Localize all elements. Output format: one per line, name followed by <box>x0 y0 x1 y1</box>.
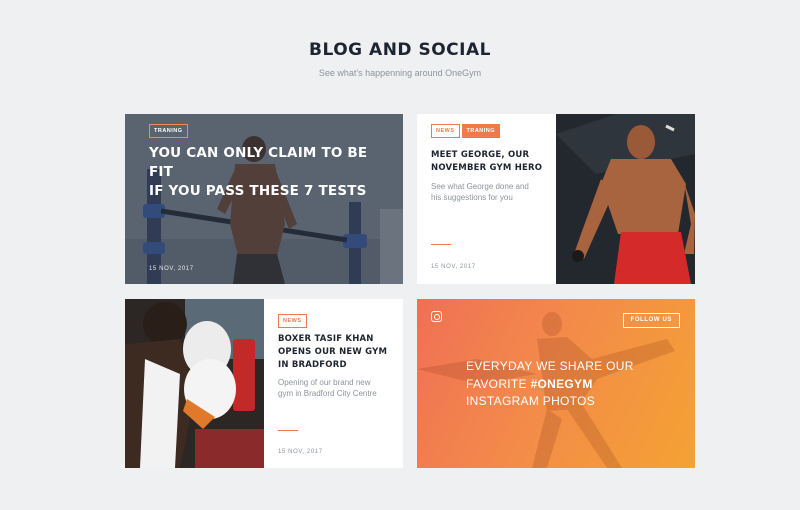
post-title-line: OPENS OUR NEW GYM <box>278 347 388 357</box>
section-title: BLOG AND SOCIAL <box>309 40 491 60</box>
post-excerpt: See what George done and his suggestions… <box>431 181 529 203</box>
promo-line: EVERYDAY WE SHARE OUR <box>466 359 634 373</box>
excerpt-line: his suggestions for you <box>431 193 513 202</box>
post-title-line: IN BRADFORD <box>278 360 347 370</box>
post-excerpt: Opening of our brand new gym in Bradford… <box>278 377 377 399</box>
post-title[interactable]: MEET GEORGE, OUR NOVEMBER GYM HERO <box>431 149 542 175</box>
post-title[interactable]: YOU CAN ONLY CLAIM TO BE FIT IF YOU PASS… <box>149 144 389 201</box>
section-subtitle: See what's happenning around OneGym <box>318 68 482 78</box>
post-title-line: BOXER TASIF KHAN <box>278 334 374 344</box>
instagram-promo-card[interactable]: FOLLOW US EVERYDAY WE SHARE OUR FAVORITE… <box>417 299 695 468</box>
section-header: BLOG AND SOCIAL See what's happenning ar… <box>0 40 800 78</box>
post-date: 15 NOV, 2017 <box>149 266 194 272</box>
post-title-line: NOVEMBER GYM HERO <box>431 163 543 173</box>
category-tag[interactable]: NEWS <box>431 124 460 138</box>
instagram-promo-text: EVERYDAY WE SHARE OUR FAVORITE #ONEGYM I… <box>466 358 666 411</box>
blog-card-fitness-tests[interactable]: TRANING YOU CAN ONLY CLAIM TO BE FIT IF … <box>125 114 403 284</box>
accent-divider <box>278 430 298 431</box>
promo-line: INSTAGRAM PHOTOS <box>466 394 596 408</box>
accent-divider <box>431 244 451 245</box>
blog-card-boxer[interactable]: NEWS BOXER TASIF KHAN OPENS OUR NEW GYM … <box>125 299 403 468</box>
follow-us-button[interactable]: FOLLOW US <box>622 313 680 328</box>
post-date: 15 NOV, 2017 <box>431 264 476 270</box>
excerpt-line: Opening of our brand new <box>278 378 371 387</box>
hashtag[interactable]: #ONEGYM <box>531 377 593 391</box>
category-tag[interactable]: NEWS <box>278 314 307 328</box>
excerpt-line: See what George done and <box>431 182 529 191</box>
post-title-line: MEET GEORGE, OUR <box>431 150 530 160</box>
post-title-line: IF YOU PASS THESE 7 TESTS <box>149 183 367 199</box>
category-tag[interactable]: TRANING <box>149 124 188 138</box>
post-title[interactable]: BOXER TASIF KHAN OPENS OUR NEW GYM IN BR… <box>278 333 387 372</box>
promo-line-prefix: FAVORITE <box>466 376 531 391</box>
tag-list: NEWS TRANING <box>431 124 501 138</box>
boxer-photo <box>125 299 264 468</box>
post-title-line: YOU CAN ONLY CLAIM TO BE FIT <box>149 145 368 180</box>
post-date: 15 NOV, 2017 <box>278 449 323 455</box>
category-tag[interactable]: TRANING <box>461 124 501 138</box>
excerpt-line: gym in Bradford City Centre <box>278 389 377 398</box>
tag-list: NEWS <box>278 309 307 328</box>
promo-line: FAVORITE #ONEGYM <box>466 376 666 394</box>
instagram-icon[interactable] <box>431 311 442 322</box>
bodybuilder-photo <box>556 114 695 284</box>
blog-card-gym-hero[interactable]: NEWS TRANING MEET GEORGE, OUR NOVEMBER G… <box>417 114 695 284</box>
